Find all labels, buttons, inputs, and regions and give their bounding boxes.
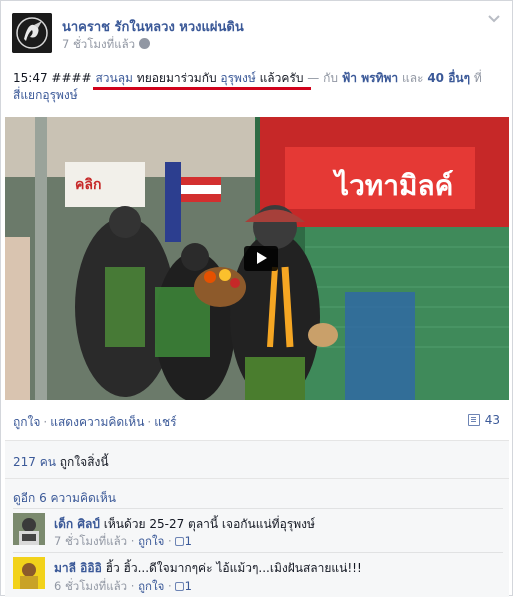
- likes-suffix: ถูกใจสิ่งนี้: [55, 455, 109, 469]
- comment-like-count[interactable]: 1: [185, 579, 192, 593]
- video-sign-right: ไวทามิลค์: [332, 169, 453, 202]
- comment-like-button[interactable]: ถูกใจ: [138, 534, 164, 548]
- comment-avatar[interactable]: [13, 557, 45, 589]
- hashtag-link-suanlum[interactable]: สวนลุม: [95, 71, 133, 85]
- comment-text: เห็นด้วย 25-27 ตุลานี้ เจอกันแน่ที่อุรุพ…: [99, 517, 315, 531]
- comment-count-value: 43: [484, 413, 500, 427]
- comment-body: เด็ก ศิลป์ เห็นด้วย 25-27 ตุลานี้ เจอกัน…: [54, 515, 315, 534]
- comment-like-button[interactable]: ถูกใจ: [138, 579, 164, 593]
- post-meta: 7 ชั่วโมงที่แล้ว: [62, 36, 151, 54]
- comment-avatar-image: [13, 557, 45, 589]
- like-button[interactable]: ถูกใจ: [13, 415, 40, 429]
- and-text: และ: [398, 71, 428, 85]
- globe-icon: [139, 38, 151, 49]
- thumbs-up-icon: [174, 582, 184, 591]
- post-card: นาคราช รักในหลวง หวงแผ่นดิน 7 ชั่วโมงที่…: [0, 0, 513, 597]
- video-player[interactable]: ไวทามิลค์ คลิก: [5, 117, 509, 400]
- thumbs-up-icon: [174, 537, 184, 546]
- with-text: — กับ: [303, 71, 342, 85]
- comment-count[interactable]: 43: [467, 413, 500, 427]
- comment-avatar-image: [13, 513, 45, 545]
- hashtag-link-urupong[interactable]: อุรุพงษ์: [220, 71, 255, 85]
- page-avatar[interactable]: [12, 13, 52, 53]
- chevron-down-icon[interactable]: [487, 13, 501, 25]
- comment-author-link[interactable]: เด็ก ศิลป์: [54, 517, 100, 531]
- post-timestamp[interactable]: 7 ชั่วโมงที่แล้ว: [62, 37, 135, 51]
- video-sign-left: คลิก: [75, 177, 101, 193]
- post-time-prefix: 15:47 ####: [13, 71, 96, 85]
- comment-text: ฮิ้ว ฮิ้ว...ดีใจมากๆค่ะ ไอ้แม้วๆ...เมิงฝ…: [101, 561, 362, 575]
- at-text: ที่: [470, 71, 482, 85]
- comment-time[interactable]: 6 ชั่วโมงที่แล้ว: [54, 579, 127, 593]
- view-more-comments-link[interactable]: ดูอีก 6 ความคิดเห็น: [13, 489, 116, 508]
- post-text-middle: ทยอยมาร่วมกับ: [132, 71, 221, 85]
- comment-meta: 6 ชั่วโมงที่แล้ว · ถูกใจ · 1: [54, 579, 192, 593]
- comment-avatar[interactable]: [13, 513, 45, 545]
- tagged-others-link[interactable]: 40 อื่นๆ: [427, 71, 470, 85]
- comment-time[interactable]: 7 ชั่วโมงที่แล้ว: [54, 534, 127, 548]
- comment-count-icon: [467, 414, 480, 426]
- separator: ·: [147, 415, 152, 429]
- comment-author-link[interactable]: มาลี อิอิอิ: [54, 561, 102, 575]
- comment-button[interactable]: แสดงความคิดเห็น: [50, 415, 144, 429]
- share-button[interactable]: แชร์: [154, 415, 176, 429]
- location-link[interactable]: สี่แยกอุรุพงษ์: [13, 88, 78, 102]
- divider: [13, 552, 503, 553]
- comment-body: มาลี อิอิอิ ฮิ้ว ฮิ้ว...ดีใจมากๆค่ะ ไอ้แ…: [54, 559, 362, 578]
- tagged-friend-link[interactable]: ฟ้า พรทิพา: [342, 71, 398, 85]
- likes-summary: 217 คน ถูกใจสิ่งนี้: [13, 453, 109, 472]
- highlight-underline: [93, 87, 311, 90]
- post-text-end: แล้วครับ: [255, 71, 304, 85]
- page-avatar-image: [12, 13, 52, 53]
- post-actions: ถูกใจ · แสดงความคิดเห็น · แชร์: [13, 413, 177, 432]
- comment-meta: 7 ชั่วโมงที่แล้ว · ถูกใจ · 1: [54, 534, 192, 548]
- divider: [13, 508, 503, 509]
- page-name-link[interactable]: นาคราช รักในหลวง หวงแผ่นดิน: [62, 16, 244, 37]
- play-icon[interactable]: [244, 246, 278, 271]
- comment-like-count[interactable]: 1: [185, 534, 192, 548]
- likes-count-link[interactable]: 217 คน: [13, 455, 56, 469]
- separator: ·: [43, 415, 48, 429]
